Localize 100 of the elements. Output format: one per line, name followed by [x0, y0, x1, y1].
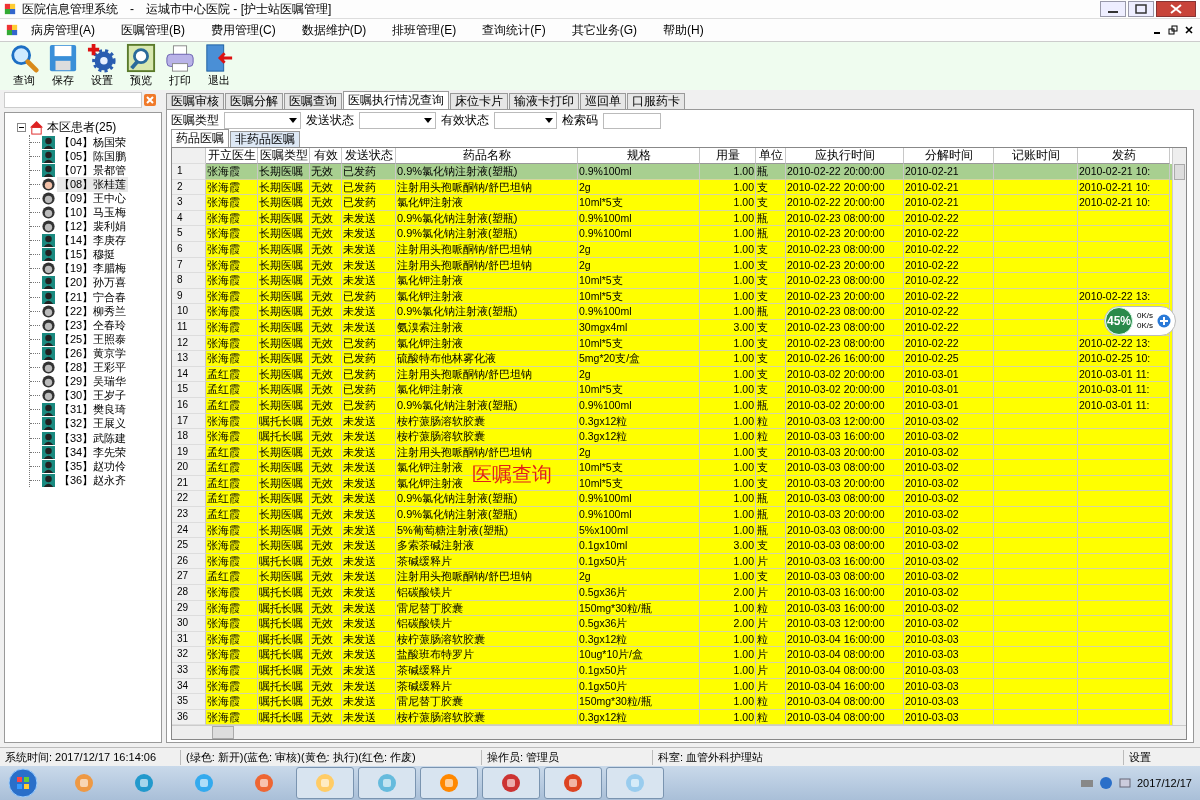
- table-row[interactable]: 33 张海霞 嘱托长嘱 无效 未发送 茶碱缓释片 0.1gx50片 1.00 片 2010-03-04 08:00:00 2010-03-03: [172, 663, 1172, 679]
- toolbar-button[interactable]: 打印: [162, 43, 198, 88]
- menu-item[interactable]: 查询统计(F): [469, 21, 559, 39]
- taskbar-app[interactable]: [482, 767, 540, 799]
- help-icon[interactable]: [1098, 776, 1113, 790]
- table-row[interactable]: 30 张海霞 嘱托长嘱 无效 未发送 铝碳酸镁片 0.5gx36片 2.00 片 2010-03-03 12:00:00 2010-03-02: [172, 616, 1172, 632]
- plus-icon[interactable]: [1157, 314, 1171, 328]
- column-header[interactable]: 规格: [578, 148, 700, 164]
- menu-item[interactable]: 其它业务(G): [558, 21, 650, 39]
- tree-root-label[interactable]: 本区患者(25): [47, 118, 117, 136]
- patient-item[interactable]: 【34】李先荣: [57, 444, 129, 460]
- toolbar-button[interactable]: 预览: [123, 43, 159, 88]
- patient-item[interactable]: 【14】李庚存: [57, 233, 129, 249]
- close-icon[interactable]: [1184, 25, 1194, 35]
- patient-item[interactable]: 【23】仝春玲: [57, 317, 129, 333]
- search-field[interactable]: [4, 92, 142, 108]
- start-icon[interactable]: [8, 768, 38, 798]
- column-header[interactable]: 发送状态: [342, 148, 396, 164]
- table-row[interactable]: 5 张海霞 长期医嘱 无效 未发送 0.9%氯化钠注射液(塑瓶) 0.9%100ml 1.00 瓶 2010-02-23 20:00:00 2010-02-22: [172, 226, 1172, 242]
- toolbar-button[interactable]: 保存: [45, 43, 81, 88]
- patient-item[interactable]: 【35】赵功伶: [57, 458, 129, 474]
- patient-item[interactable]: 【07】景都管: [57, 162, 129, 178]
- taskbar-app[interactable]: [544, 767, 602, 799]
- column-header[interactable]: 药品名称: [396, 148, 578, 164]
- patient-item[interactable]: 【28】王彩平: [57, 360, 129, 376]
- menu-item[interactable]: 医嘱管理(B): [108, 21, 198, 39]
- patient-item[interactable]: 【29】吴瑞华: [57, 374, 129, 390]
- column-header[interactable]: 应执行时间: [786, 148, 904, 164]
- table-row[interactable]: 32 张海霞 嘱托长嘱 无效 未发送 盐酸班布特罗片 10ug*10片/盒 1.00 片 2010-03-04 08:00:00 2010-03-03: [172, 647, 1172, 663]
- column-header[interactable]: 记账时间: [994, 148, 1078, 164]
- column-header[interactable]: 单位: [756, 148, 786, 164]
- patient-item[interactable]: 【33】武陈建: [57, 430, 129, 446]
- table-row[interactable]: 28 张海霞 嘱托长嘱 无效 未发送 铝碳酸镁片 0.5gx36片 2.00 片 2010-03-03 16:00:00 2010-03-02: [172, 585, 1172, 601]
- taskbar-app[interactable]: [606, 767, 664, 799]
- taskbar-app[interactable]: [420, 767, 478, 799]
- vertical-scrollbar[interactable]: [1172, 148, 1186, 726]
- column-header[interactable]: 分解时间: [904, 148, 994, 164]
- minimize-icon[interactable]: [1100, 1, 1126, 17]
- network-icon[interactable]: [1117, 776, 1132, 790]
- menu-item[interactable]: 病房管理(A): [18, 21, 108, 39]
- menu-item[interactable]: 费用管理(C): [198, 21, 289, 39]
- patient-item[interactable]: 【12】裴利娟: [57, 219, 129, 235]
- menu-item[interactable]: 帮助(H): [650, 21, 717, 39]
- search-code-field[interactable]: [603, 112, 661, 129]
- patient-item[interactable]: 【08】张桂莲: [57, 176, 129, 192]
- table-row[interactable]: 25 张海霞 长期医嘱 无效 未发送 多索茶碱注射液 0.1gx10ml 3.00 支 2010-03-03 08:00:00 2010-03-02: [172, 538, 1172, 554]
- tab[interactable]: 医嘱执行情况查询: [343, 91, 449, 109]
- column-header[interactable]: 发药: [1078, 148, 1170, 164]
- table-row[interactable]: 13 张海霞 长期医嘱 无效 已发药 硫酸特布他林雾化液 5mg*20支/盒 1.00 支 2010-02-26 16:00:00 2010-02-25 2010-02-25 10:: [172, 351, 1172, 367]
- toolbar-button[interactable]: 查询: [6, 43, 42, 88]
- collapse-icon[interactable]: [17, 122, 26, 132]
- tab[interactable]: 输液卡打印: [509, 93, 579, 109]
- clear-icon[interactable]: [144, 94, 156, 106]
- tab[interactable]: 床位卡片: [450, 93, 508, 109]
- filter-dropdown[interactable]: [224, 112, 301, 129]
- patient-item[interactable]: 【21】宁合春: [57, 289, 129, 305]
- patient-item[interactable]: 【31】樊良琦: [57, 402, 129, 418]
- patient-item[interactable]: 【22】柳秀兰: [57, 303, 129, 319]
- restore-icon[interactable]: [1168, 25, 1178, 35]
- close-icon[interactable]: [1156, 1, 1196, 17]
- patient-item[interactable]: 【25】王照泰: [57, 331, 129, 347]
- table-row[interactable]: 3 张海霞 长期医嘱 无效 已发药 氯化钾注射液 10ml*5支 1.00 支 2010-02-22 20:00:00 2010-02-21 2010-02-21 10:: [172, 195, 1172, 211]
- table-row[interactable]: 22 孟红霞 长期医嘱 无效 未发送 0.9%氯化钠注射液(塑瓶) 0.9%100ml 1.00 瓶 2010-03-03 08:00:00 2010-03-02: [172, 491, 1172, 508]
- tab[interactable]: 口服药卡: [627, 93, 685, 109]
- tab[interactable]: 医嘱审核: [166, 93, 224, 109]
- tab[interactable]: 医嘱查询: [284, 93, 342, 109]
- menu-item[interactable]: 数据维护(D): [288, 21, 380, 39]
- patient-item[interactable]: 【19】李腊梅: [57, 261, 129, 277]
- patient-item[interactable]: 【20】孙万喜: [57, 275, 129, 291]
- toolbar-button[interactable]: 设置: [84, 43, 120, 88]
- subtab[interactable]: 非药品医嘱: [230, 131, 300, 147]
- column-header[interactable]: 用量: [700, 148, 756, 164]
- column-header[interactable]: 医嘱类型: [258, 148, 310, 164]
- table-row[interactable]: 15 孟红霞 长期医嘱 无效 已发药 氯化钾注射液 10ml*5支 1.00 支 2010-03-02 20:00:00 2010-03-01 2010-03-01 11:: [172, 382, 1172, 398]
- patient-item[interactable]: 【26】黄京学: [57, 345, 129, 361]
- column-header[interactable]: 有效: [310, 148, 342, 164]
- tab[interactable]: 医嘱分解: [225, 93, 283, 109]
- horizontal-scrollbar[interactable]: [172, 725, 1186, 740]
- patient-item[interactable]: 【05】陈国鹏: [57, 148, 129, 164]
- tab[interactable]: 巡回单: [580, 93, 626, 109]
- patient-item[interactable]: 【36】赵永齐: [57, 472, 129, 488]
- patient-item[interactable]: 【10】马玉梅: [57, 205, 129, 220]
- column-header[interactable]: 开立医生: [206, 148, 258, 164]
- subtab[interactable]: 药品医嘱: [171, 129, 229, 147]
- table-row[interactable]: 23 孟红霞 长期医嘱 无效 未发送 0.9%氯化钠注射液(塑瓶) 0.9%100ml 1.00 瓶 2010-03-03 20:00:00 2010-03-02: [172, 507, 1172, 523]
- clock[interactable]: 2017/12/17: [1136, 777, 1192, 789]
- patient-item[interactable]: 【09】王中心: [57, 190, 129, 206]
- filter-dropdown[interactable]: [494, 112, 557, 129]
- table-row[interactable]: 8 张海霞 长期医嘱 无效 未发送 氯化钾注射液 10ml*5支 1.00 支 2010-02-23 08:00:00 2010-02-22: [172, 273, 1172, 289]
- patient-item[interactable]: 【15】穆挺: [57, 247, 118, 263]
- toolbar-button[interactable]: 退出: [201, 43, 237, 88]
- table-row[interactable]: 1 张海霞 长期医嘱 无效 已发药 0.9%氯化钠注射液(塑瓶) 0.9%100ml 1.00 瓶 2010-02-22 20:00:00 2010-02-21 2010-02-21 10:: [172, 164, 1172, 180]
- maximize-icon[interactable]: [1128, 1, 1154, 17]
- taskbar-app[interactable]: [296, 767, 354, 799]
- patient-item[interactable]: 【32】王展义: [57, 416, 129, 432]
- table-row[interactable]: 27 孟红霞 长期医嘱 无效 未发送 注射用头孢哌酮钠/舒巴坦钠 2g 1.00 支 2010-03-03 08:00:00 2010-03-02: [172, 569, 1172, 586]
- patient-item[interactable]: 【04】杨国荣: [57, 134, 129, 150]
- patient-item[interactable]: 【30】王岁子: [57, 388, 129, 404]
- table-row[interactable]: 18 张海霞 嘱托长嘱 无效 未发送 桉柠蒎肠溶软胶囊 0.3gx12粒 1.00 粒 2010-03-03 16:00:00 2010-03-02: [172, 429, 1172, 445]
- menu-item[interactable]: 排班管理(E): [379, 21, 470, 39]
